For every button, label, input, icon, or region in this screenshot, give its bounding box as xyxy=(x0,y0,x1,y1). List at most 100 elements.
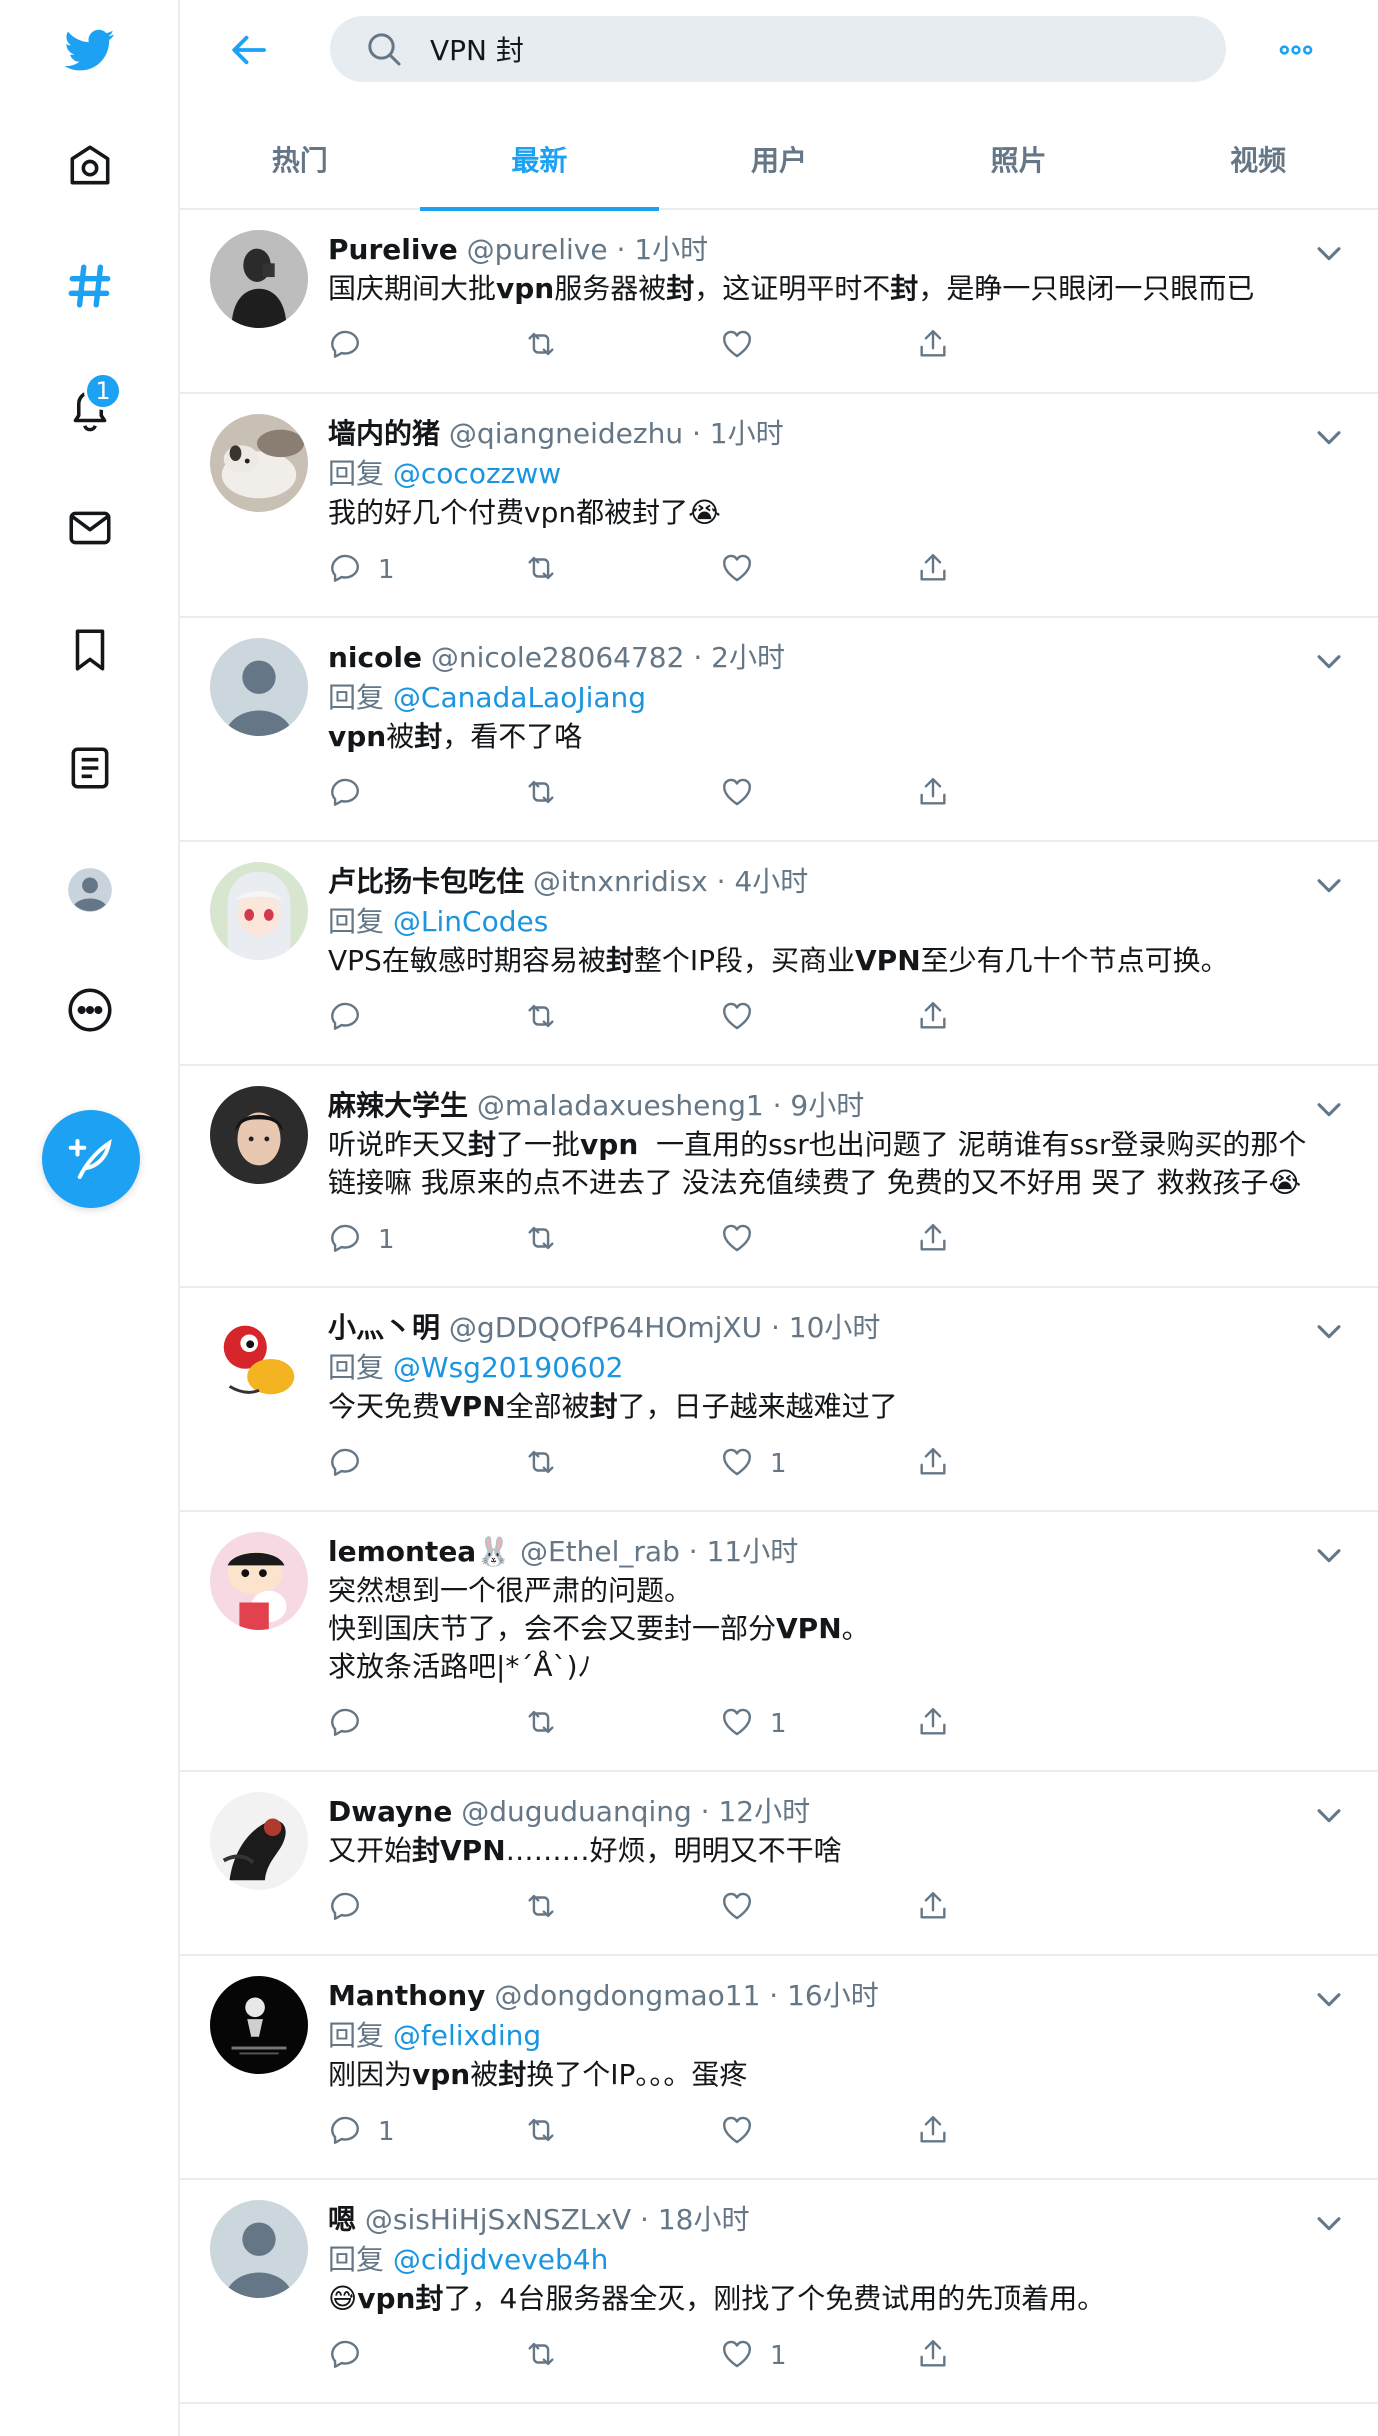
timestamp[interactable]: 1小时 xyxy=(710,417,784,450)
tweet-item[interactable]: 墙内的猪 @qiangneidezhu · 1小时 回复 @cocozzww 我的好… xyxy=(180,394,1378,618)
timestamp[interactable]: 2小时 xyxy=(711,641,785,674)
retweet-button[interactable] xyxy=(524,1438,720,1490)
like-button[interactable] xyxy=(720,544,916,596)
like-button[interactable] xyxy=(720,2106,916,2158)
profile-avatar-icon[interactable] xyxy=(58,858,122,922)
chevron-down-icon[interactable] xyxy=(1312,2206,1346,2240)
reply-button[interactable]: 1 xyxy=(328,2106,524,2158)
share-button[interactable] xyxy=(916,768,950,820)
share-button[interactable] xyxy=(916,2106,950,2158)
timestamp[interactable]: 12小时 xyxy=(718,1795,810,1828)
like-button[interactable] xyxy=(720,768,916,820)
chevron-down-icon[interactable] xyxy=(1312,644,1346,678)
like-button[interactable] xyxy=(720,992,916,1044)
tweet-item[interactable]: Manthony @dongdongmao11 · 16小时 回复 @felixd… xyxy=(180,1956,1378,2180)
user-handle[interactable]: @dongdongmao11 xyxy=(494,1979,760,2012)
user-name[interactable]: Purelive xyxy=(328,233,458,266)
tab-4[interactable]: 视频 xyxy=(1138,108,1378,210)
timestamp[interactable]: 16小时 xyxy=(787,1979,879,2012)
tweet-item[interactable]: 嗯 @sisHiHjSxNSZLxV · 18小时 回复 @cidjdveveb4… xyxy=(180,2180,1378,2404)
like-button[interactable]: 1 xyxy=(720,1698,916,1750)
share-button[interactable] xyxy=(916,320,950,372)
reply-button[interactable] xyxy=(328,320,524,372)
messages-envelope-icon[interactable] xyxy=(58,496,122,560)
tweet-item[interactable]: 麻辣大学生 @maladaxuesheng1 · 9小时 听说昨天又封了一批vpn… xyxy=(180,1066,1378,1288)
user-name[interactable]: 墙内的猪 xyxy=(328,417,440,450)
tweet-item[interactable]: 小灬丶明 @gDDQOfP64HOmjXU · 10小时 回复 @Wsg20190… xyxy=(180,1288,1378,1512)
retweet-button[interactable] xyxy=(524,1698,720,1750)
retweet-button[interactable] xyxy=(524,768,720,820)
timestamp[interactable]: 4小时 xyxy=(734,865,808,898)
retweet-button[interactable] xyxy=(524,544,720,596)
like-button[interactable]: 1 xyxy=(720,1438,916,1490)
retweet-button[interactable] xyxy=(524,992,720,1044)
like-button[interactable] xyxy=(720,1882,916,1934)
chevron-down-icon[interactable] xyxy=(1312,1092,1346,1126)
search-box[interactable] xyxy=(330,16,1226,82)
user-handle[interactable]: @itnxnridisx xyxy=(533,865,708,898)
avatar[interactable] xyxy=(210,414,308,512)
search-input[interactable] xyxy=(430,32,1190,66)
avatar[interactable] xyxy=(210,1976,308,2074)
chevron-down-icon[interactable] xyxy=(1312,236,1346,270)
user-handle[interactable]: @gDDQOfP64HOmjXU xyxy=(449,1311,762,1344)
reply-button[interactable] xyxy=(328,1698,524,1750)
timestamp[interactable]: 18小时 xyxy=(658,2203,750,2236)
tab-2[interactable]: 用户 xyxy=(659,108,899,210)
chevron-down-icon[interactable] xyxy=(1312,1314,1346,1348)
share-button[interactable] xyxy=(916,1438,950,1490)
more-options-circle-icon[interactable] xyxy=(58,978,122,1042)
tab-1[interactable]: 最新 xyxy=(419,108,660,211)
user-handle[interactable]: @sisHiHjSxNSZLxV xyxy=(365,2203,631,2236)
twitter-logo-icon[interactable] xyxy=(58,18,122,82)
home-icon[interactable] xyxy=(58,134,122,198)
user-name[interactable]: lemontea🐰 xyxy=(328,1535,511,1568)
share-button[interactable] xyxy=(916,992,950,1044)
retweet-button[interactable] xyxy=(524,2106,720,2158)
avatar[interactable] xyxy=(210,230,308,328)
user-handle[interactable]: @maladaxuesheng1 xyxy=(477,1089,764,1122)
reply-button[interactable]: 1 xyxy=(328,1214,524,1266)
user-handle[interactable]: @qiangneidezhu xyxy=(449,417,683,450)
reply-button[interactable]: 1 xyxy=(328,544,524,596)
compose-tweet-button[interactable] xyxy=(42,1110,140,1208)
reply-mention-link[interactable]: @LinCodes xyxy=(393,905,548,938)
avatar[interactable] xyxy=(210,1308,308,1406)
share-button[interactable] xyxy=(916,1214,950,1266)
lists-icon[interactable] xyxy=(58,736,122,800)
reply-mention-link[interactable]: @felixding xyxy=(393,2019,541,2052)
chevron-down-icon[interactable] xyxy=(1312,1982,1346,2016)
user-name[interactable]: nicole xyxy=(328,641,422,674)
user-handle[interactable]: @purelive xyxy=(467,233,608,266)
tab-3[interactable]: 照片 xyxy=(899,108,1139,210)
chevron-down-icon[interactable] xyxy=(1312,420,1346,454)
tweet-item[interactable]: Purelive @purelive · 1小时 国庆期间大批vpn服务器被封，这… xyxy=(180,210,1378,394)
reply-button[interactable] xyxy=(328,2330,524,2382)
timestamp[interactable]: 11小时 xyxy=(707,1535,799,1568)
reply-button[interactable] xyxy=(328,1438,524,1490)
user-handle[interactable]: @Ethel_rab xyxy=(520,1535,680,1568)
reply-mention-link[interactable]: @CanadaLaoJiang xyxy=(393,681,646,714)
retweet-button[interactable] xyxy=(524,1214,720,1266)
share-button[interactable] xyxy=(916,544,950,596)
user-name[interactable]: 小灬丶明 xyxy=(328,1311,440,1344)
reply-button[interactable] xyxy=(328,1882,524,1934)
chevron-down-icon[interactable] xyxy=(1312,1538,1346,1572)
reply-button[interactable] xyxy=(328,992,524,1044)
timestamp[interactable]: 10小时 xyxy=(789,1311,881,1344)
like-button[interactable] xyxy=(720,1214,916,1266)
user-name[interactable]: 嗯 xyxy=(328,2203,356,2236)
chevron-down-icon[interactable] xyxy=(1312,1798,1346,1832)
bookmarks-icon[interactable] xyxy=(58,618,122,682)
explore-hashtag-icon[interactable] xyxy=(58,254,122,318)
tweet-item[interactable]: lemontea🐰 @Ethel_rab · 11小时 突然想到一个很严肃的问题。… xyxy=(180,1512,1378,1772)
reply-button[interactable] xyxy=(328,768,524,820)
retweet-button[interactable] xyxy=(524,1882,720,1934)
user-name[interactable]: Dwayne xyxy=(328,1795,452,1828)
reply-mention-link[interactable]: @Wsg20190602 xyxy=(393,1351,624,1384)
more-options-button[interactable] xyxy=(1266,22,1326,78)
user-name[interactable]: Manthony xyxy=(328,1979,485,2012)
share-button[interactable] xyxy=(916,2330,950,2382)
timestamp[interactable]: 9小时 xyxy=(790,1089,864,1122)
retweet-button[interactable] xyxy=(524,320,720,372)
